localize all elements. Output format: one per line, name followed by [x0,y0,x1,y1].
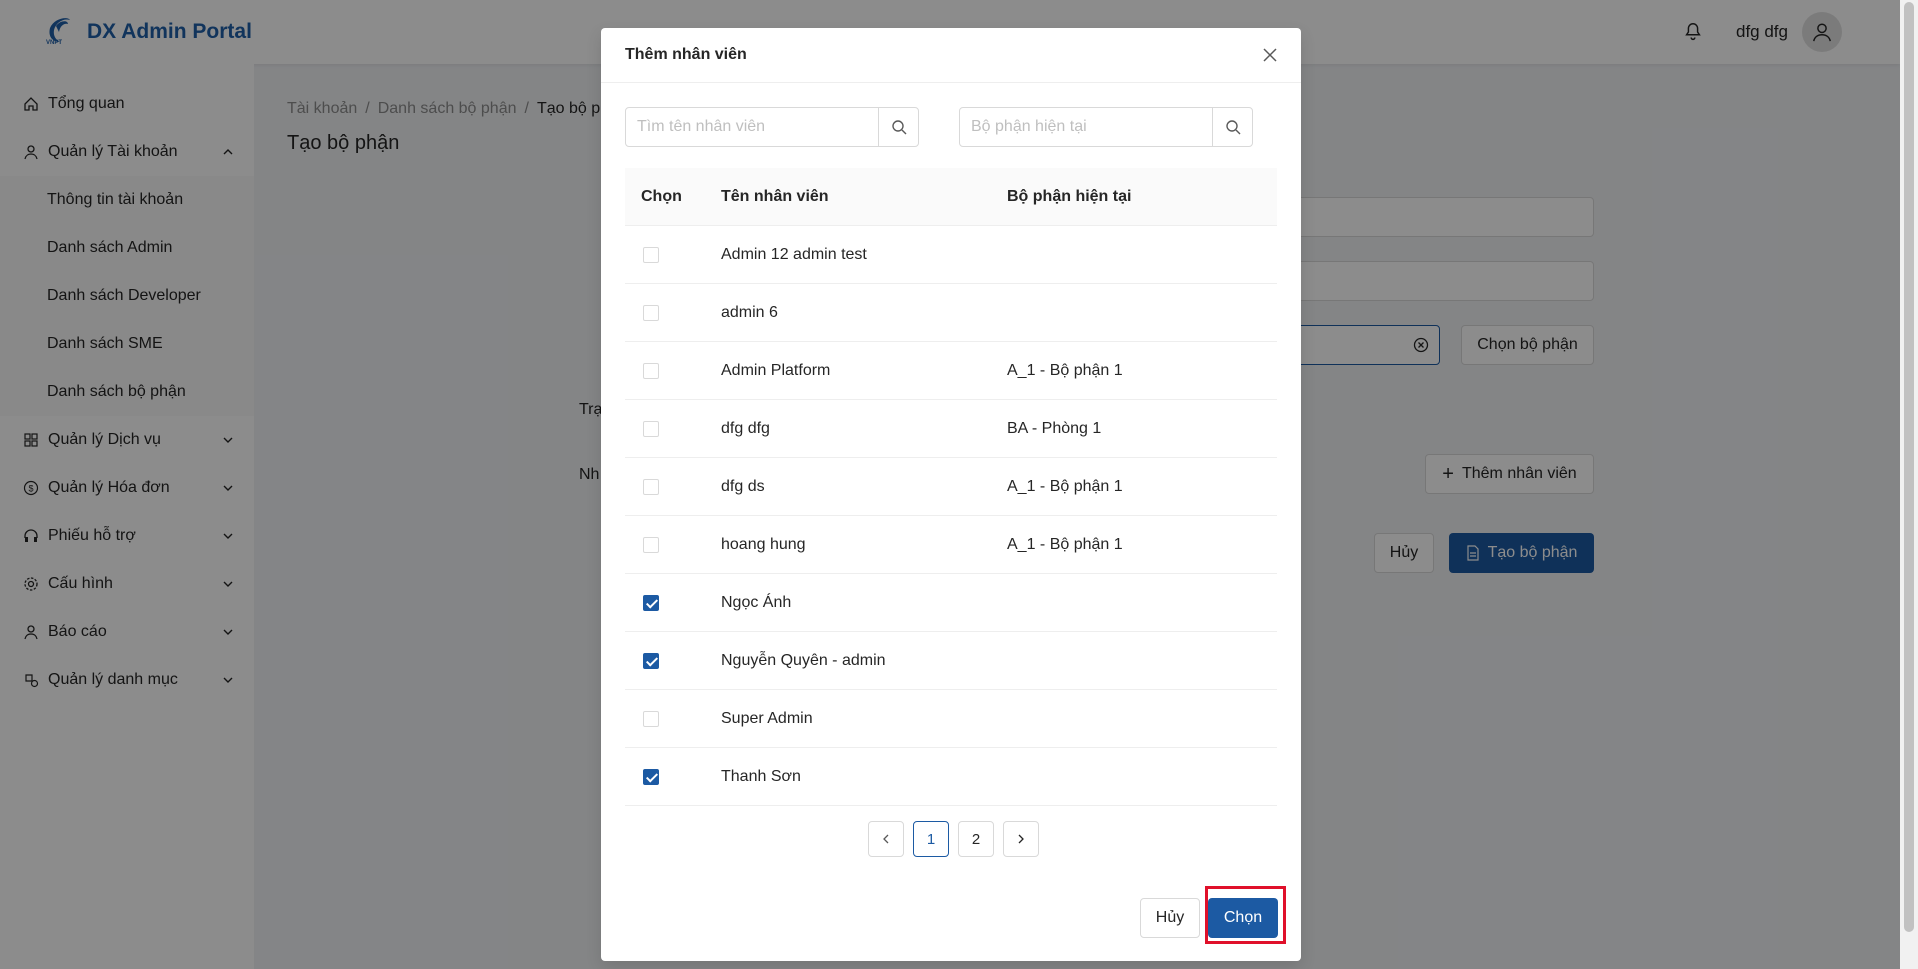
staff-name: dfg dfg [721,420,770,437]
search-dept-button[interactable] [1212,108,1252,146]
search-icon [891,120,906,135]
search-name-field[interactable] [625,107,919,147]
staff-name: Super Admin [721,710,813,727]
modal-cancel-button[interactable]: Hủy [1140,898,1200,938]
close-icon [1263,48,1277,62]
table-row[interactable]: admin 6 [625,284,1277,342]
table-row[interactable]: Admin 12 admin test [625,226,1277,284]
table-row[interactable]: Admin Platform A_1 - Bộ phận 1 [625,342,1277,400]
row-checkbox[interactable] [643,653,659,669]
search-icon [1225,120,1240,135]
close-button[interactable] [1259,44,1281,66]
page-button-1[interactable]: 1 [913,821,949,857]
table-row[interactable]: dfg dfg BA - Phòng 1 [625,400,1277,458]
staff-name: Ngọc Ánh [721,594,792,611]
row-checkbox[interactable] [643,595,659,611]
staff-department: A_1 - Bộ phận 1 [1007,362,1123,379]
table-row[interactable]: Ngọc Ánh [625,574,1277,632]
row-checkbox[interactable] [643,421,659,437]
scrollbar-thumb[interactable] [1904,2,1914,932]
chevron-left-icon [883,834,889,844]
add-staff-modal: Thêm nhân viên Chọn Tên nhân viên Bộ phậ… [601,28,1301,961]
row-checkbox[interactable] [643,769,659,785]
staff-department: A_1 - Bộ phận 1 [1007,478,1123,495]
row-checkbox[interactable] [643,537,659,553]
row-checkbox[interactable] [643,711,659,727]
table-row[interactable]: Nguyễn Quyên - admin [625,632,1277,690]
pagination: 1 2 [868,821,1039,857]
search-name-input[interactable] [626,108,878,146]
column-header: Chọn [641,188,682,205]
row-checkbox[interactable] [643,305,659,321]
modal-title: Thêm nhân viên [625,46,747,63]
table-row[interactable]: hoang hung A_1 - Bộ phận 1 [625,516,1277,574]
table-row[interactable]: Thanh Sơn [625,748,1277,806]
table-row[interactable]: Super Admin [625,690,1277,748]
row-checkbox[interactable] [643,479,659,495]
table-row[interactable]: dfg ds A_1 - Bộ phận 1 [625,458,1277,516]
staff-name: Nguyễn Quyên - admin [721,652,886,669]
table-header: Chọn Tên nhân viên Bộ phận hiện tại [625,168,1277,226]
modal-header: Thêm nhân viên [601,28,1301,83]
staff-name: admin 6 [721,304,778,321]
scrollbar[interactable] [1900,0,1918,969]
prev-page-button[interactable] [868,821,904,857]
chevron-right-icon [1018,834,1024,844]
row-checkbox[interactable] [643,363,659,379]
staff-name: Admin Platform [721,362,831,379]
column-header: Tên nhân viên [721,188,829,205]
staff-name: hoang hung [721,536,806,553]
search-dept-input[interactable] [960,108,1212,146]
staff-name: dfg ds [721,478,765,495]
staff-table: Chọn Tên nhân viên Bộ phận hiện tại Admi… [625,168,1277,806]
staff-name: Thanh Sơn [721,768,801,785]
page-button-2[interactable]: 2 [958,821,994,857]
staff-department: A_1 - Bộ phận 1 [1007,536,1123,553]
highlight-box [1205,886,1286,944]
search-dept-field[interactable] [959,107,1253,147]
staff-name: Admin 12 admin test [721,246,867,263]
next-page-button[interactable] [1003,821,1039,857]
column-header: Bộ phận hiện tại [1007,188,1132,205]
staff-department: BA - Phòng 1 [1007,420,1102,437]
row-checkbox[interactable] [643,247,659,263]
search-name-button[interactable] [878,108,918,146]
